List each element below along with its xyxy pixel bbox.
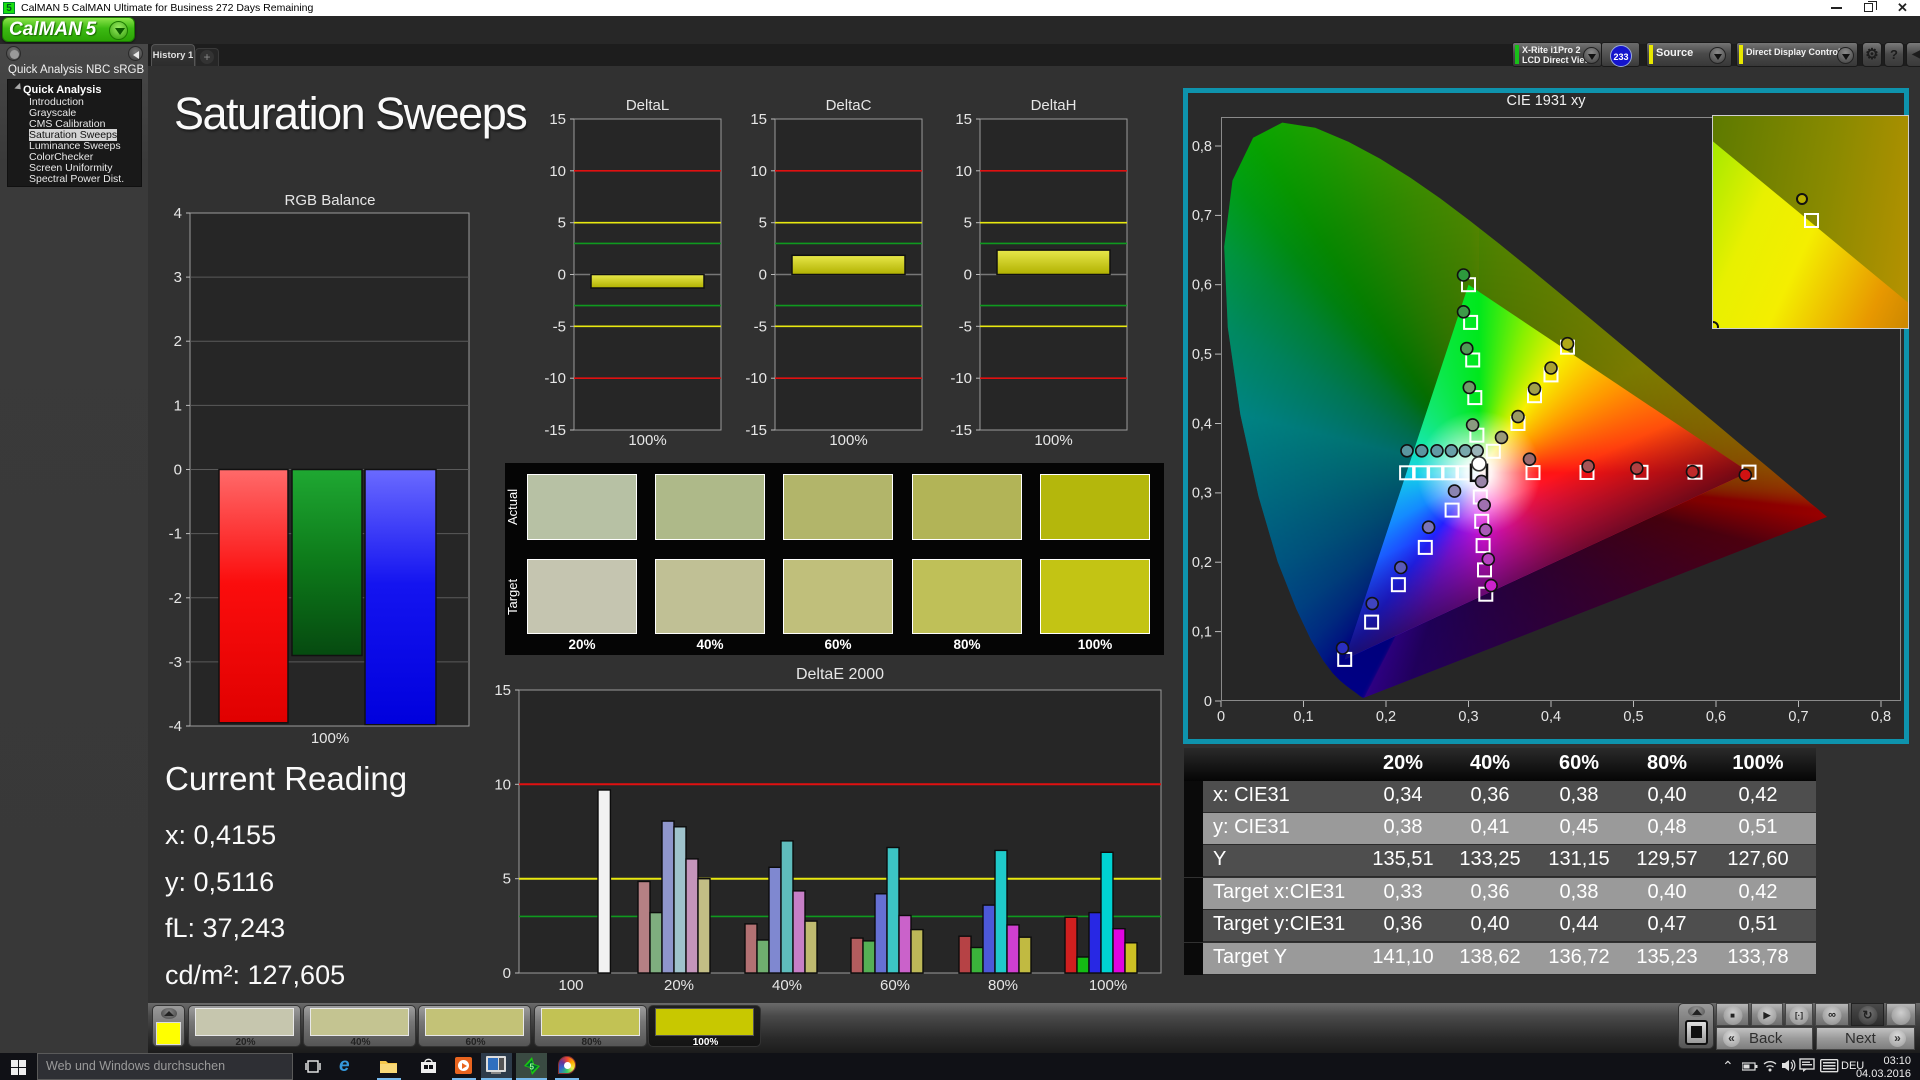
svg-text:0,5: 0,5 (1623, 709, 1643, 725)
svg-text:10: 10 (549, 163, 566, 180)
svg-text:0: 0 (759, 266, 767, 283)
svg-text:15: 15 (955, 111, 972, 128)
svg-text:0,5: 0,5 (1192, 347, 1212, 363)
svg-text:-15: -15 (950, 422, 972, 439)
svg-text:0,4: 0,4 (1192, 416, 1212, 432)
svg-text:10: 10 (494, 776, 511, 793)
svg-text:0,2: 0,2 (1192, 555, 1212, 571)
svg-text:5: 5 (558, 215, 566, 232)
svg-text:-15: -15 (745, 422, 767, 439)
svg-text:4: 4 (174, 205, 182, 222)
svg-text:0,2: 0,2 (1376, 709, 1396, 725)
svg-text:-15: -15 (544, 422, 566, 439)
svg-text:15: 15 (494, 682, 511, 699)
svg-text:15: 15 (549, 111, 566, 128)
svg-text:0,1: 0,1 (1293, 709, 1313, 725)
svg-text:0: 0 (503, 965, 511, 982)
svg-text:0: 0 (1204, 694, 1212, 710)
svg-text:-10: -10 (950, 370, 972, 387)
svg-text:2: 2 (174, 333, 182, 350)
svg-text:0: 0 (558, 266, 566, 283)
svg-text:10: 10 (750, 163, 767, 180)
svg-text:10: 10 (955, 163, 972, 180)
svg-text:0,1: 0,1 (1192, 624, 1212, 640)
svg-text:0: 0 (1217, 709, 1225, 725)
svg-text:0,6: 0,6 (1192, 278, 1212, 294)
svg-text:-10: -10 (745, 370, 767, 387)
svg-text:-1: -1 (169, 526, 182, 543)
svg-text:3: 3 (174, 269, 182, 286)
svg-text:5: 5 (503, 871, 511, 888)
svg-text:1: 1 (174, 397, 182, 414)
svg-text:5: 5 (530, 1063, 535, 1072)
svg-text:0,6: 0,6 (1706, 709, 1726, 725)
svg-text:0: 0 (964, 266, 972, 283)
svg-text:-10: -10 (544, 370, 566, 387)
svg-text:0,3: 0,3 (1192, 486, 1212, 502)
svg-text:5: 5 (759, 215, 767, 232)
svg-text:15: 15 (750, 111, 767, 128)
svg-text:0,7: 0,7 (1788, 709, 1808, 725)
svg-text:-2: -2 (169, 590, 182, 607)
svg-text:0,4: 0,4 (1541, 709, 1561, 725)
svg-text:0,3: 0,3 (1458, 709, 1478, 725)
svg-text:-4: -4 (169, 718, 182, 735)
svg-text:-5: -5 (959, 318, 972, 335)
svg-text:-5: -5 (553, 318, 566, 335)
svg-text:0,7: 0,7 (1192, 208, 1212, 224)
svg-text:0: 0 (174, 461, 182, 478)
svg-text:5: 5 (964, 215, 972, 232)
svg-text:0,8: 0,8 (1871, 709, 1891, 725)
svg-text:-5: -5 (754, 318, 767, 335)
svg-text:0,8: 0,8 (1192, 139, 1212, 155)
svg-text:-3: -3 (169, 654, 182, 671)
